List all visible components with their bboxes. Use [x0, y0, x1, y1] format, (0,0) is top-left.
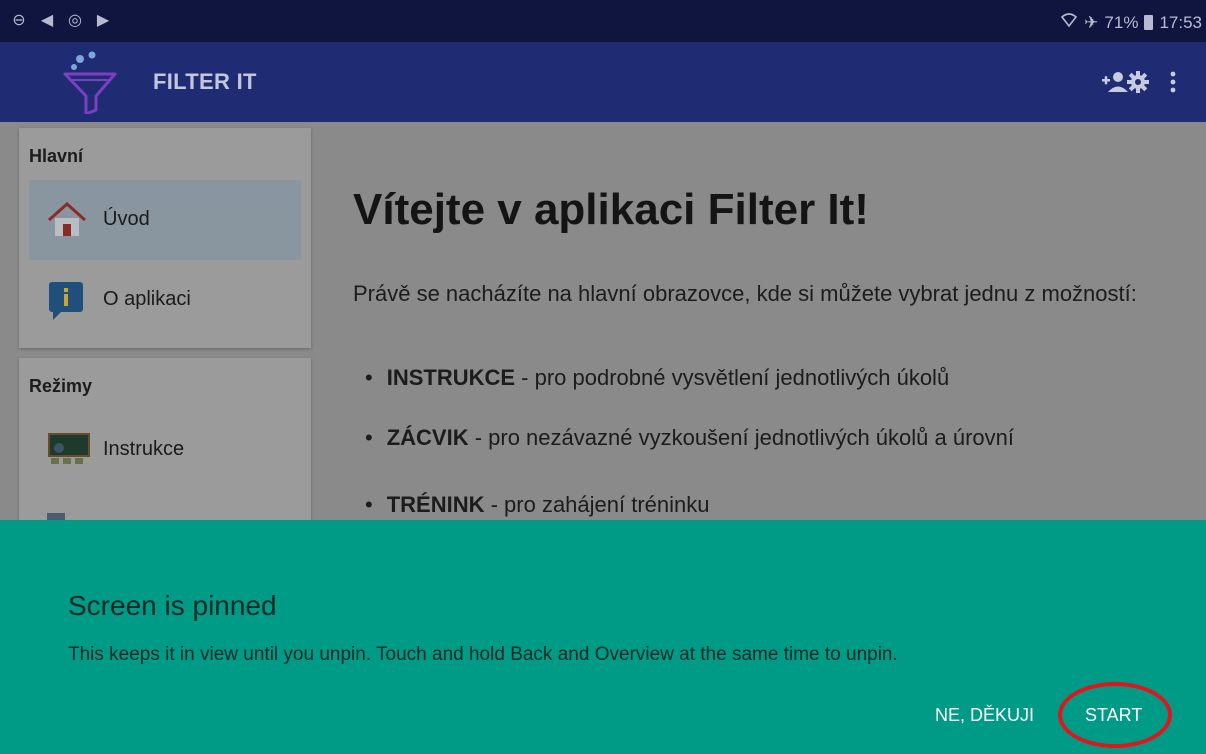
status-left-icons: ⊖ ◀ ◎ ▶ — [10, 12, 112, 30]
bullet-desc: - pro zahájení tréninku — [484, 492, 710, 517]
battery-percent: 71% — [1104, 12, 1139, 32]
do-not-disturb-icon: ⊖ — [12, 12, 26, 29]
intro-text: Právě se nacházíte na hlavní obrazovce, … — [353, 281, 1137, 306]
blackboard-icon — [47, 430, 90, 470]
app-title: FILTER IT — [153, 69, 257, 94]
bullet-term: TRÉNINK — [386, 492, 485, 517]
bullet-term: INSTRUKCE — [386, 365, 516, 390]
decline-button[interactable]: NE, DĚKUJI — [935, 705, 1034, 726]
bullet-term: ZÁCVIK — [386, 425, 469, 450]
wifi-icon — [1060, 11, 1078, 34]
home-icon — [47, 200, 87, 240]
funnel-logo-icon — [60, 50, 120, 116]
section-title: Hlavní — [29, 146, 84, 166]
nav-item-uvod[interactable]: Úvod — [29, 180, 301, 260]
airplane-icon: ✈ — [1084, 12, 1099, 32]
play-icon: ▶ — [96, 12, 110, 29]
nav-item-label: Úvod — [103, 208, 150, 230]
drawer-section-rezimy: Režimy Instrukce — [19, 358, 311, 520]
section-title: Režimy — [29, 376, 93, 396]
partial-nav-icon — [47, 513, 65, 520]
status-right: ✈ 71% 17:53 — [1060, 11, 1202, 34]
info-icon — [47, 280, 87, 320]
bullet-desc: - pro podrobné vysvětlení jednotlivých ú… — [515, 365, 950, 390]
page-headline: Vítejte v aplikaci Filter It! — [353, 185, 869, 234]
clock: 17:53 — [1159, 12, 1202, 32]
bullet-desc: - pro nezávazné vyzkoušení jednotlivých … — [468, 425, 1015, 450]
screen-pinned-dialog: Screen is pinned This keeps it in view u… — [0, 520, 1206, 754]
list-item: INSTRUKCE - pro podrobné vysvětlení jedn… — [365, 365, 949, 391]
red-highlight-circle — [1058, 682, 1172, 748]
status-bar: ⊖ ◀ ◎ ▶ ✈ 71% 17:53 — [0, 0, 1206, 42]
nav-item-instrukce[interactable]: Instrukce — [29, 410, 301, 490]
list-item: ZÁCVIK - pro nezávazné vyzkoušení jednot… — [365, 425, 1014, 451]
battery-icon — [1144, 15, 1154, 30]
app-bar: FILTER IT — [0, 42, 1206, 122]
settings-gear-icon[interactable] — [1122, 66, 1154, 98]
navigation-icon: ◀ — [40, 12, 54, 29]
overflow-menu-icon[interactable] — [1157, 66, 1189, 98]
nav-item-label: O aplikaci — [103, 288, 191, 310]
dialog-body: This keeps it in view until you unpin. T… — [68, 644, 898, 665]
nav-item-o-aplikaci[interactable]: O aplikaci — [29, 260, 301, 340]
nav-item-label: Instrukce — [103, 438, 185, 460]
dialog-title: Screen is pinned — [68, 590, 277, 621]
drawer-section-hlavni: Hlavní Úvod O aplikaci — [19, 128, 311, 348]
sync-icon: ◎ — [68, 12, 82, 29]
list-item: TRÉNINK - pro zahájení tréninku — [365, 492, 710, 518]
